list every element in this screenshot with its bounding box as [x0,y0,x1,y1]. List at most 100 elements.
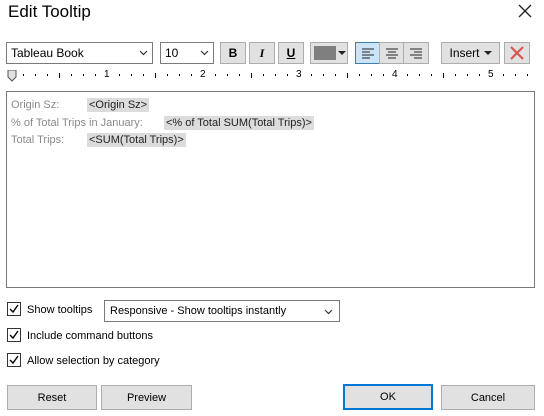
checkmark-icon [9,304,19,314]
allow-selection-checkbox[interactable] [7,353,21,367]
ruler-tick [23,74,24,76]
tooltip-mode-select[interactable]: Responsive - Show tooltips instantly [104,300,340,322]
ruler-tick [179,74,180,76]
font-family-select[interactable]: Tableau Book [6,42,153,64]
ruler-tick [287,74,288,76]
ruler-tick [47,74,48,76]
reset-button[interactable]: Reset [7,385,97,410]
ruler-tick [515,74,516,76]
ruler-tick [227,74,228,76]
caret-down-icon [338,51,346,55]
checkmark-icon [9,330,19,340]
ruler-tick [359,74,360,76]
editor-row: Total Trips: [11,133,64,147]
editor-row: Origin Sz: [11,98,59,112]
bold-label: B [228,46,238,60]
align-center-button[interactable] [379,42,405,64]
font-size-select[interactable]: 10 [160,42,214,64]
ruler-tick [131,74,132,76]
caret-down-icon [483,51,492,55]
bold-button[interactable]: B [220,42,246,64]
include-buttons-checkbox[interactable] [7,328,21,342]
underline-button[interactable]: U [278,42,304,64]
field-token[interactable]: <Origin Sz> [87,98,150,112]
field-token[interactable]: <SUM(Total Trips)> [87,133,186,147]
clear-formatting-button[interactable] [504,42,530,64]
include-buttons-label: Include command buttons [27,330,153,342]
allow-selection-label: Allow selection by category [27,355,160,367]
ruler-tick [383,74,384,76]
ruler-tick [371,74,372,76]
indent-marker-icon[interactable] [7,69,17,84]
ruler-label: 3 [295,69,303,80]
ruler-tick [251,73,252,78]
ruler-tick [263,74,264,76]
field-token[interactable]: <% of Total SUM(Total Trips)> [164,116,314,130]
ruler-tick [455,74,456,76]
insert-button[interactable]: Insert [441,42,500,64]
editor-row-field: <SUM(Total Trips)> [87,133,186,147]
row-label: Origin Sz: [11,99,60,111]
chevron-down-icon [324,309,333,315]
ruler-tick [239,74,240,76]
row-label: % of Total Trips in January: [11,117,143,129]
ruler-tick [431,74,432,76]
ruler-tick [479,74,480,76]
editor-row: % of Total Trips in January: [11,116,143,130]
align-left-button[interactable] [355,42,381,64]
insert-label: Insert [449,46,480,60]
reset-label: Reset [37,391,67,404]
tooltip-editor[interactable]: Origin Sz: <Origin Sz> % of Total Trips … [6,91,535,288]
editor-row-field: <Origin Sz> [87,98,150,112]
font-size-value: 10 [165,46,179,60]
font-color-swatch [314,46,336,60]
ruler-tick [467,74,468,76]
preview-label: Preview [126,391,167,404]
ruler-label: 1 [103,69,111,80]
ruler-tick [443,73,444,78]
ruler-tick [71,74,72,76]
ruler-label: 5 [487,69,495,80]
editor-row-field: <% of Total SUM(Total Trips)> [164,116,314,130]
close-icon[interactable] [516,2,534,20]
ruler-tick [95,74,96,76]
show-tooltips-checkbox[interactable] [7,302,21,316]
ruler-label: 2 [199,69,207,80]
align-right-icon [410,48,422,59]
ruler-tick [347,73,348,78]
chevron-down-icon [139,50,148,56]
ruler-tick [419,74,420,76]
ruler-tick [215,74,216,76]
italic-label: I [259,45,265,60]
align-center-icon [386,48,398,59]
ruler-tick [311,74,312,76]
ruler-tick [167,74,168,76]
cancel-label: Cancel [470,391,506,404]
ruler-tick [527,74,528,76]
ruler-tick [323,74,324,76]
ruler-tick [83,74,84,76]
ruler-tick [119,74,120,76]
italic-button[interactable]: I [249,42,275,64]
ruler-tick [155,73,156,78]
ruler: 1 2 3 4 5 [8,66,532,84]
ruler-tick [35,74,36,76]
ok-button[interactable]: OK [343,384,433,410]
ruler-tick [275,74,276,76]
row-label: Total Trips: [11,134,65,146]
ruler-tick [191,74,192,76]
ruler-tick [407,74,408,76]
align-left-icon [362,48,374,59]
cancel-button[interactable]: Cancel [441,385,535,410]
ruler-label: 4 [391,69,399,80]
align-right-button[interactable] [403,42,429,64]
preview-button[interactable]: Preview [101,385,192,410]
show-tooltips-label: Show tooltips [27,304,93,316]
ruler-tick [503,74,504,76]
ok-label: OK [380,391,396,403]
font-family-value: Tableau Book [11,46,84,60]
font-color-button[interactable] [310,42,348,64]
ruler-tick [143,74,144,76]
chevron-down-icon [200,50,209,56]
underline-label: U [286,46,296,60]
